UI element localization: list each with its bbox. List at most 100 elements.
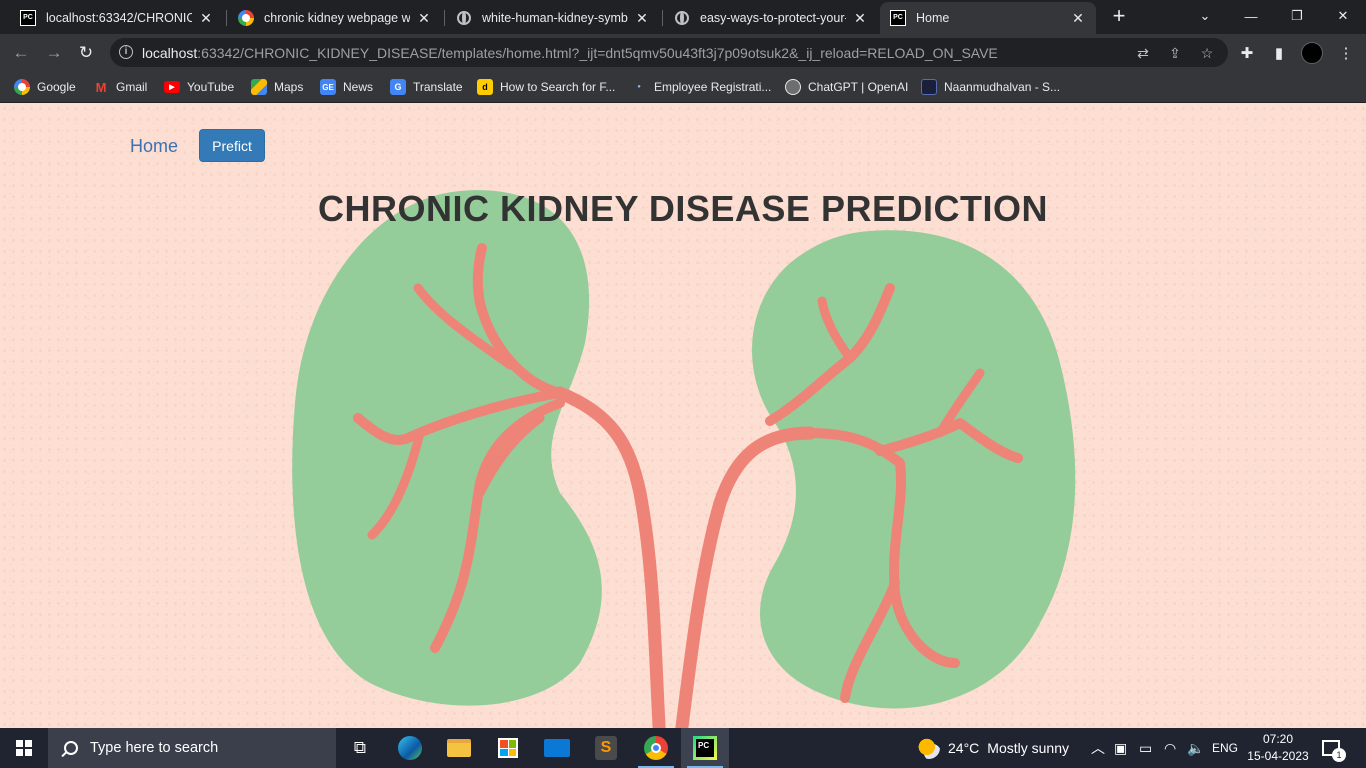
- battery-icon[interactable]: ▭: [1139, 728, 1152, 768]
- extensions-icon[interactable]: ✚: [1236, 42, 1258, 64]
- window-close-button[interactable]: ✕: [1320, 0, 1366, 32]
- dot-icon: ●: [637, 84, 641, 90]
- notification-count: 1: [1332, 748, 1346, 762]
- taskbar-pycharm[interactable]: PC: [681, 728, 729, 768]
- reload-button[interactable]: ↻: [73, 40, 99, 66]
- wifi-icon[interactable]: ◠: [1164, 728, 1176, 768]
- minimize-button[interactable]: —: [1228, 0, 1274, 32]
- mail-icon: [544, 739, 570, 757]
- clock[interactable]: 07:20 15-04-2023: [1245, 731, 1311, 765]
- bookmark-youtube[interactable]: ▶ YouTube: [164, 77, 234, 97]
- bookmarks-bar: Google M Gmail ▶ YouTube Maps GE News G …: [0, 71, 1366, 103]
- volume-icon[interactable]: 🔈: [1187, 728, 1204, 768]
- address-bar[interactable]: i localhost:63342/CHRONIC_KIDNEY_DISEASE…: [110, 38, 1228, 67]
- reload-icon: ↻: [78, 43, 94, 62]
- bookmark-maps[interactable]: Maps: [251, 77, 303, 97]
- close-icon[interactable]: ✕: [416, 10, 432, 26]
- meet-now-icon[interactable]: ▣: [1114, 728, 1127, 768]
- bookmark-gmail[interactable]: M Gmail: [93, 77, 148, 97]
- dictionary-icon: d: [477, 79, 493, 95]
- tab-title: chronic kidney webpage wallpaper: [264, 11, 410, 25]
- chevron-down-icon: ⌄: [1199, 8, 1211, 23]
- close-icon: ✕: [1337, 8, 1349, 23]
- browser-tab[interactable]: white-human-kidney-symbol ✕: [446, 2, 660, 34]
- page-content: Home Prefict CHRONIC KIDNEY DISEASE PRED…: [0, 103, 1366, 728]
- star-icon[interactable]: ☆: [1198, 44, 1216, 62]
- tab-divider: [444, 10, 445, 26]
- nav-home-link[interactable]: Home: [130, 136, 178, 157]
- browser-tab-active[interactable]: PC Home ✕: [880, 2, 1096, 34]
- forward-button[interactable]: →: [41, 40, 67, 66]
- taskbar-search-box[interactable]: Type here to search: [48, 728, 336, 768]
- taskbar-file-explorer[interactable]: [435, 728, 483, 768]
- taskbar-mail[interactable]: [533, 728, 581, 768]
- start-button[interactable]: [0, 728, 48, 768]
- windows-taskbar: Type here to search ⧉ S PC 24°C Mostly s…: [0, 728, 1366, 768]
- windows-logo-icon: [16, 740, 32, 756]
- restore-icon: ❐: [1291, 8, 1303, 23]
- youtube-icon: ▶: [164, 81, 180, 93]
- bookmark-naanmudhalvan[interactable]: Naanmudhalvan - S...: [921, 77, 1060, 97]
- browser-tab[interactable]: PC localhost:63342/CHRONIC_KIDNEY ✕: [10, 2, 224, 34]
- tab-title: white-human-kidney-symbol: [482, 11, 628, 25]
- translate-icon[interactable]: ⇄: [1134, 44, 1152, 62]
- chrome-icon: [644, 736, 668, 760]
- share-icon[interactable]: ⇪: [1166, 44, 1184, 62]
- browser-tab[interactable]: easy-ways-to-protect-your-kidney ✕: [664, 2, 878, 34]
- edge-icon: [398, 736, 422, 760]
- url-path: :63342/CHRONIC_KIDNEY_DISEASE/templates/…: [197, 45, 998, 61]
- task-view-icon: ⧉: [353, 738, 367, 757]
- back-button[interactable]: ←: [8, 40, 34, 66]
- url-text[interactable]: localhost:63342/CHRONIC_KIDNEY_DISEASE/t…: [142, 45, 998, 61]
- taskbar-store[interactable]: [484, 728, 532, 768]
- bookmark-label: Google: [37, 80, 76, 94]
- bookmark-employee-registration[interactable]: ● Employee Registrati...: [631, 77, 771, 97]
- tab-search-button[interactable]: ⌄: [1182, 0, 1228, 32]
- chevron-up-icon: ︿: [1091, 740, 1105, 756]
- bookmark-how-to-search[interactable]: d How to Search for F...: [477, 77, 615, 97]
- page-title: CHRONIC KIDNEY DISEASE PREDICTION: [318, 188, 1048, 229]
- input-language[interactable]: ENG: [1212, 728, 1238, 768]
- tab-title: localhost:63342/CHRONIC_KIDNEY: [46, 11, 192, 25]
- url-host: localhost: [142, 45, 198, 61]
- profile-avatar[interactable]: [1301, 42, 1323, 64]
- close-icon[interactable]: ✕: [1070, 10, 1086, 26]
- pycharm-icon: PC: [890, 10, 906, 26]
- bookmark-google[interactable]: Google: [14, 77, 76, 97]
- menu-kebab-icon[interactable]: ⋮: [1335, 42, 1357, 64]
- bookmark-label: News: [343, 80, 374, 94]
- task-view-button[interactable]: ⧉: [336, 728, 384, 768]
- notification-center-button[interactable]: 1: [1322, 728, 1346, 768]
- show-hidden-icons-button[interactable]: ︿: [1091, 728, 1105, 768]
- close-icon[interactable]: ✕: [852, 10, 868, 26]
- nav-predict-button[interactable]: Prefict: [199, 129, 265, 162]
- taskbar-edge[interactable]: [386, 728, 434, 768]
- taskbar-chrome[interactable]: [632, 728, 680, 768]
- browser-tab[interactable]: chronic kidney webpage wallpaper ✕: [228, 2, 442, 34]
- bookmark-chatgpt[interactable]: ChatGPT | OpenAI: [785, 77, 908, 97]
- arrow-right-icon: →: [45, 43, 63, 62]
- search-placeholder: Type here to search: [90, 740, 219, 756]
- new-tab-button[interactable]: +: [1108, 5, 1130, 28]
- restore-button[interactable]: ❐: [1274, 0, 1320, 32]
- maps-icon: [251, 79, 267, 95]
- pycharm-icon: PC: [20, 10, 36, 26]
- taskbar-sublime-text[interactable]: S: [582, 728, 630, 768]
- minimize-icon: —: [1244, 8, 1258, 24]
- gmail-icon: M: [95, 79, 107, 95]
- bookmark-translate[interactable]: G Translate: [390, 77, 463, 97]
- close-icon[interactable]: ✕: [198, 10, 214, 26]
- google-icon: [238, 10, 254, 26]
- side-panel-icon[interactable]: ▮: [1268, 42, 1290, 64]
- bookmark-news[interactable]: GE News: [320, 77, 373, 97]
- pycharm-icon: PC: [693, 736, 717, 760]
- news-icon: GE: [320, 79, 336, 95]
- bookmark-label: Gmail: [116, 80, 148, 94]
- info-icon[interactable]: i: [119, 45, 133, 59]
- weather-widget[interactable]: 24°C Mostly sunny: [918, 728, 1069, 768]
- search-icon: [64, 741, 78, 755]
- bookmark-label: ChatGPT | OpenAI: [808, 80, 909, 94]
- close-icon[interactable]: ✕: [634, 10, 650, 26]
- bookmark-label: Employee Registrati...: [654, 80, 772, 94]
- browser-toolbar: ← → ↻ i localhost:63342/CHRONIC_KIDNEY_D…: [0, 34, 1366, 71]
